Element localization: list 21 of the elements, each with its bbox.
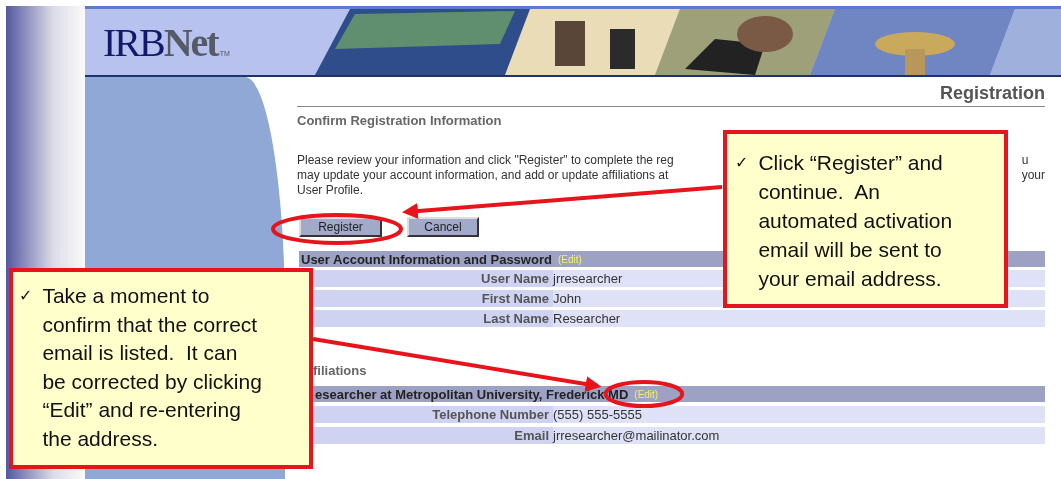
table-cell: jrresearcher@mailinator.com bbox=[553, 428, 720, 443]
intro-text: User Profile. bbox=[297, 183, 364, 198]
table-cell: Researcher bbox=[553, 311, 621, 326]
check-mark: ✓ bbox=[735, 152, 749, 174]
intro-text: u bbox=[1021, 153, 1029, 168]
callout-text: Take a moment to confirm that the correct email is listed. It can be corrected by clicking “Edit” and re-entering the address. bbox=[42, 283, 263, 452]
check-mark: ✓ bbox=[19, 285, 33, 307]
intro-text: may update your account information, and add or update affiliations at bbox=[297, 168, 669, 183]
table-cell: jrresearcher bbox=[553, 271, 623, 286]
callout-text: Click “Register” and continue. An automated activation email will be sent to your email address. bbox=[758, 150, 954, 292]
table-title: esearcher at Metropolitan University, Frederick MD bbox=[315, 386, 629, 402]
intro-text: Please review your information and click "Register" to complete the reg bbox=[297, 153, 674, 168]
page-title: Registration bbox=[940, 83, 1045, 105]
table-cell: John bbox=[553, 291, 582, 306]
register-button[interactable]: Register bbox=[299, 217, 382, 237]
section-title: Confirm Registration Information bbox=[297, 113, 503, 128]
section-title: filiations bbox=[312, 363, 368, 378]
intro-text: your bbox=[1021, 168, 1045, 183]
table-title: User Account Information and Password bbox=[301, 251, 552, 267]
table-cell: (555) 555-5555 bbox=[553, 407, 642, 422]
cancel-button[interactable]: Cancel bbox=[407, 217, 479, 237]
